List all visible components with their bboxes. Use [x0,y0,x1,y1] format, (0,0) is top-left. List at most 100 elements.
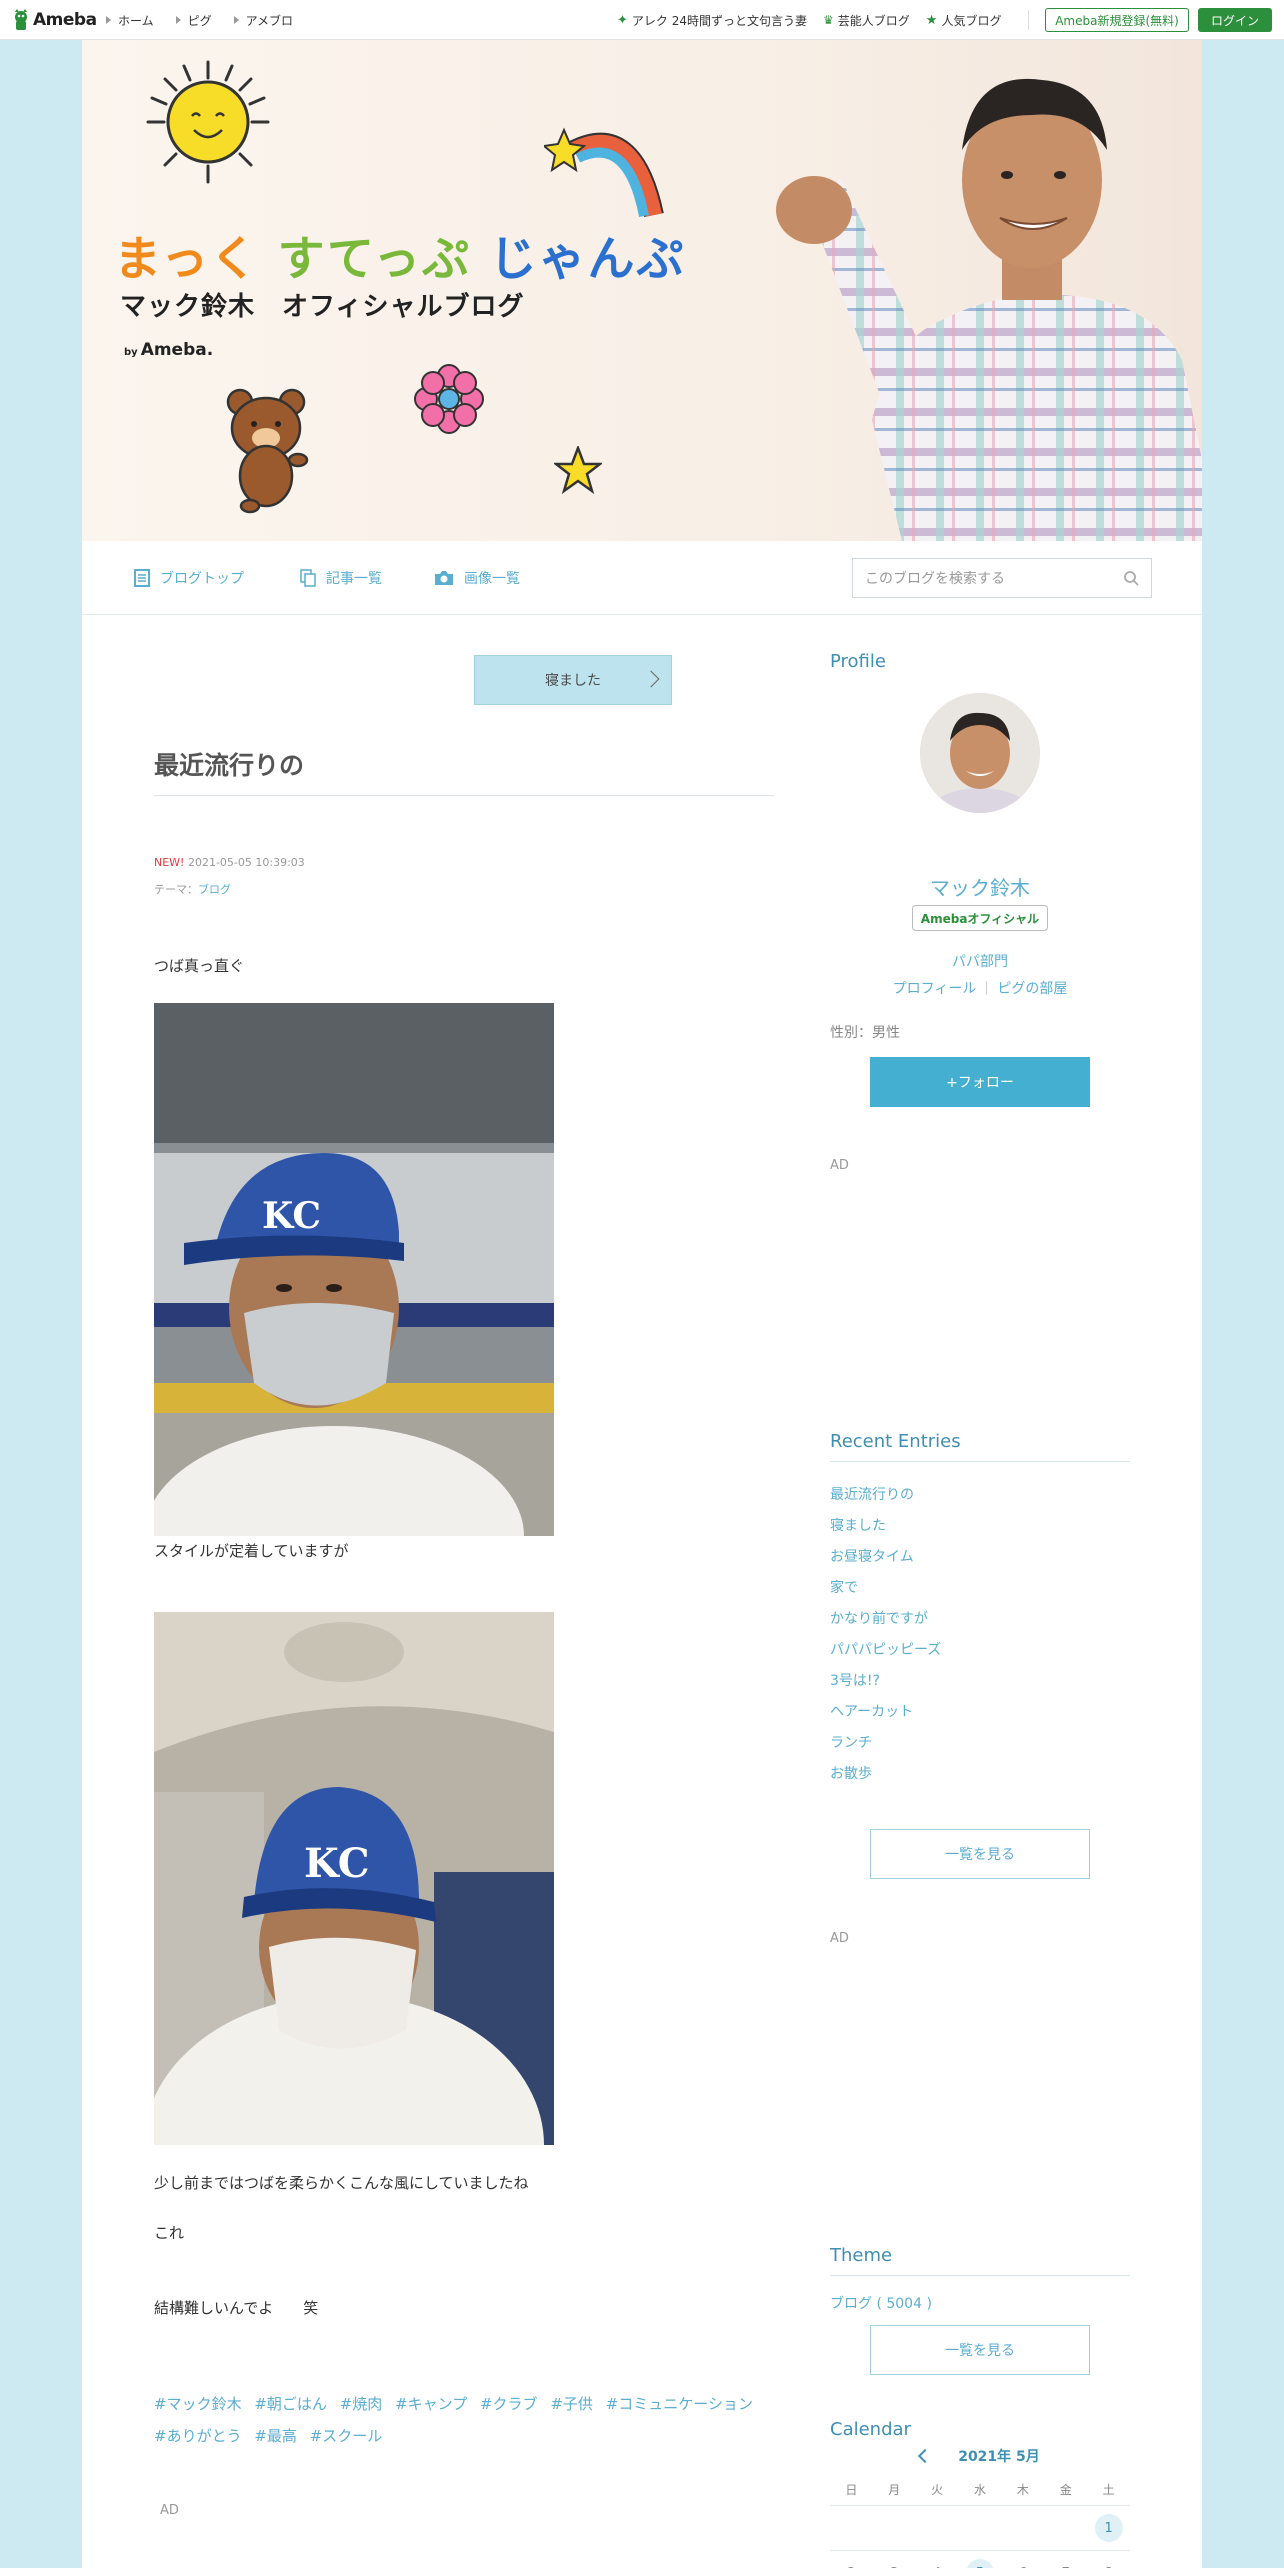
topnav-home[interactable]: ホーム [106,12,154,29]
hashtag-link[interactable]: #マック鈴木 [154,2395,242,2413]
calendar-weekday-row: 日 月 火 水 木 金 土 [830,2473,1130,2506]
recent-entry-link[interactable]: ランチ [830,1732,1130,1763]
calendar-grid: 日 月 火 水 木 金 土 1 2 3 4 5 [830,2473,1130,2568]
entry-paragraph: 結構難しいんでよ 笑 [154,2299,319,2317]
bear-illustration [226,388,309,514]
theme-link[interactable]: ブログ ( 5004 ) [830,2293,932,2313]
recent-entry-link[interactable]: 3号は!? [830,1670,1130,1701]
document-icon [134,569,150,587]
register-button[interactable]: Ameba新規登録(無料) [1045,8,1189,32]
divider [986,981,988,995]
hashtag-link[interactable]: #スクール [310,2427,383,2445]
selfie-photo-station: KC [154,1003,554,1536]
topnav-home-label: ホーム [118,13,154,28]
star-icon: ★ [925,12,938,28]
recent-entry-link[interactable]: 最近流行りの [830,1484,1130,1515]
blog-search-input[interactable]: このブログを検索する [852,558,1152,598]
hashtag-link[interactable]: #ありがとう [154,2427,242,2445]
calendar-day-with-entry[interactable]: 5 [959,2551,1002,2568]
theme-link[interactable]: ブログ [198,883,231,896]
chevron-left-icon[interactable] [918,2448,933,2464]
login-button[interactable]: ログイン [1198,8,1272,32]
profile-heading: Profile [830,651,886,672]
previous-entry-button[interactable]: 寝ました [474,655,672,705]
topnav-pigg[interactable]: ピグ [175,12,212,29]
calendar-day: 3 [873,2551,916,2568]
recent-entry-link[interactable]: 寝ました [830,1515,1130,1546]
calendar-day: 2 [830,2551,873,2568]
ad-label: AD [160,2503,179,2518]
recent-entry-link[interactable]: お散歩 [830,1763,1130,1794]
weekday: 日 [845,2482,858,2497]
banner-title-part-2: すてっぷ [277,232,472,287]
nav-entry-list[interactable]: 記事一覧 [300,541,382,615]
hashtag-link[interactable]: #朝ごはん [254,2395,327,2413]
topnav-pigg-label: ピグ [187,13,212,28]
calendar-month: 2021年 5月 [958,2449,1040,2465]
divider [1028,10,1029,30]
recent-entry-link[interactable]: パパパピッピーズ [830,1639,1130,1670]
calendar-day [873,2506,916,2550]
trending-link-1[interactable]: ✦ アレク 24時間ずっと文句言う妻 [617,12,807,29]
search-icon[interactable] [1123,570,1139,586]
hashtag-link[interactable]: #最高 [254,2427,297,2445]
ameba-logo[interactable]: Ameba [12,7,97,33]
hashtag-link[interactable]: #キャンプ [395,2395,467,2413]
pigg-room-link[interactable]: ピグの部屋 [997,981,1067,997]
banner-title-part-1: まっく [114,232,260,287]
banner-by-label: by [124,347,138,358]
ad-label: AD [830,1931,849,1946]
camera-icon [435,571,453,585]
see-all-themes-button[interactable]: 一覧を見る [870,2325,1090,2375]
hashtag-list: #マック鈴木 #朝ごはん #焼肉 #キャンプ #クラブ #子供 #コミュニケーシ… [154,2388,774,2452]
calendar-day-with-entry[interactable]: 1 [1087,2506,1130,2550]
banner-brand: Ameba. [140,340,214,360]
recent-entry-link[interactable]: お昼寝タイム [830,1546,1130,1577]
hashtag-link[interactable]: #クラブ [480,2395,538,2413]
weekday: 水 [974,2482,987,2497]
entry-photo[interactable]: KC [154,1612,554,2145]
entry-datetime: 2021-05-05 10:39:03 [187,856,305,869]
triangle-right-icon [175,16,181,24]
blog-header-banner[interactable]: まっく すてっぷ じゃんぷ マック鈴木 オフィシャルブログ by Ameba. [82,40,1202,541]
star-icon: ✦ [617,12,628,28]
recent-entry-link[interactable]: 家で [830,1577,1130,1608]
hashtag-link[interactable]: #コミュニケーション [606,2395,753,2413]
entry-photo[interactable]: KC [154,1003,554,1536]
flower-illustration [414,364,484,434]
recent-entries-list: 最近流行りの 寝ました お昼寝タイム 家で かなり前ですが パパパピッピーズ 3… [830,1484,1130,1794]
recent-entry-link[interactable]: かなり前ですが [830,1608,1130,1639]
star-illustration [554,446,602,494]
entry-paragraph: つば真っ直ぐ [154,957,245,975]
profile-link[interactable]: プロフィール [893,981,977,997]
trending-link-2[interactable]: ♛ 芸能人ブログ [823,12,910,29]
entry-title[interactable]: 最近流行りの [154,746,304,782]
divider [830,1461,1130,1462]
hashtag-link[interactable]: #焼肉 [340,2395,383,2413]
profile-name[interactable]: マック鈴木 [830,872,1130,901]
nav-entry-list-label: 記事一覧 [326,571,382,587]
avatar[interactable] [920,693,1040,813]
recent-entry-link[interactable]: ヘアーカット [830,1701,1130,1732]
hashtag-link[interactable]: #子供 [550,2395,593,2413]
theme-prefix: テーマ： [154,883,198,896]
profile-links: プロフィール ピグの部屋 [830,978,1130,998]
svg-text:KC: KC [262,1195,321,1237]
calendar-day: 4 [916,2551,959,2568]
see-all-entries-button[interactable]: 一覧を見る [870,1829,1090,1879]
official-badge: Amebaオフィシャル [912,905,1048,931]
weekday: 月 [888,2482,901,2497]
banner-title-part-3: じゃんぷ [489,232,686,287]
ameba-header: Ameba ホーム ピグ アメブロ ✦ アレク 24時間ずっと文句言う妻 ♛ 芸能人… [0,0,1284,40]
trending-link-3[interactable]: ★ 人気ブログ [926,12,1002,29]
weekday: 木 [1016,2482,1029,2497]
follow-button[interactable]: +フォロー [870,1057,1090,1107]
nav-blog-top[interactable]: ブログトップ [134,541,244,615]
svg-text:KC: KC [304,1840,370,1887]
new-badge: NEW! [154,856,185,869]
calendar-day [1044,2506,1087,2550]
profile-category-link[interactable]: パパ部門 [830,951,1130,971]
topnav-ameblo[interactable]: アメブロ [233,12,293,29]
calendar-month-nav: 2021年 5月 [830,2446,1130,2466]
nav-image-list[interactable]: 画像一覧 [434,541,520,615]
